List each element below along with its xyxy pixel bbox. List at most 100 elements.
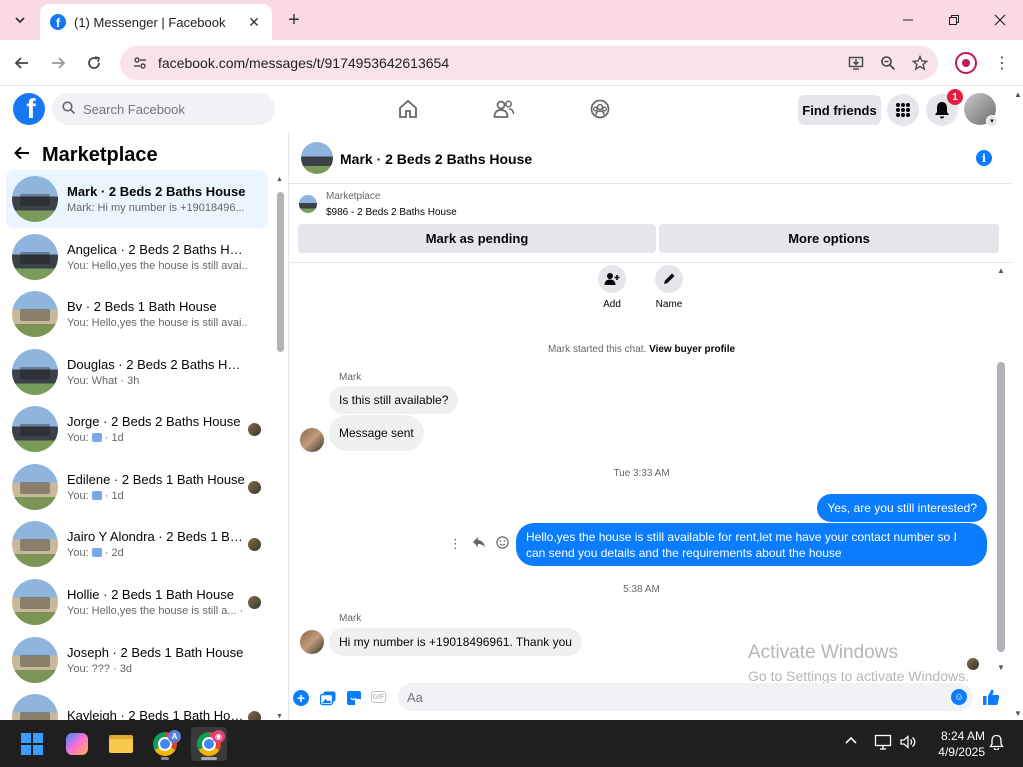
conversation-item[interactable]: Edilene · 2 Beds 1 Bath House You: · 1d bbox=[6, 458, 268, 516]
thumbs-up-icon[interactable] bbox=[981, 687, 1001, 707]
conversation-list-scrollbar[interactable]: ▲ ▼ bbox=[276, 176, 285, 720]
watermark-title: Activate Windows bbox=[748, 642, 898, 663]
more-actions-icon[interactable]: ⋮ bbox=[449, 536, 462, 552]
facebook-logo-icon[interactable]: f bbox=[13, 93, 45, 125]
conversation-item[interactable]: Jairo Y Alondra · 2 Beds 1 Bat... You: · … bbox=[6, 515, 268, 573]
copilot-icon[interactable] bbox=[59, 727, 95, 761]
seen-receipt-avatar bbox=[248, 423, 261, 436]
conversation-snippet: You: · 2d bbox=[67, 547, 247, 559]
conversation-snippet: You: Hello,yes the house is still avai..… bbox=[67, 260, 247, 272]
back-icon[interactable] bbox=[9, 50, 35, 76]
conversation-name: Jorge · 2 Beds 2 Baths House bbox=[67, 414, 241, 429]
menu-grid-icon[interactable] bbox=[887, 94, 919, 126]
add-quick-action[interactable]: Add bbox=[587, 265, 637, 310]
page-scrollbar[interactable]: ▲ ▼ bbox=[1012, 86, 1023, 720]
bookmark-star-icon[interactable] bbox=[906, 49, 934, 77]
chat-scrollbar[interactable]: ▲ ▼ bbox=[996, 266, 1006, 672]
outgoing-message[interactable]: Yes, are you still interested? bbox=[817, 494, 987, 522]
info-icon[interactable]: i bbox=[976, 150, 992, 166]
snippet-prefix: You: bbox=[67, 432, 92, 444]
chrome-profile-a-icon[interactable]: A bbox=[147, 727, 183, 761]
browser-profile-icon[interactable] bbox=[955, 52, 977, 74]
reload-icon[interactable] bbox=[81, 50, 107, 76]
pencil-icon[interactable] bbox=[655, 265, 683, 293]
message-actions: ⋮ bbox=[449, 536, 509, 552]
conversation-snippet: You: Hello,yes the house is still avai..… bbox=[67, 317, 247, 329]
sticker-icon[interactable] bbox=[345, 689, 363, 707]
incoming-message[interactable]: Hi my number is +19018496961. Thank you bbox=[329, 628, 582, 656]
notification-center-bell-icon[interactable] bbox=[989, 734, 1004, 753]
sender-avatar[interactable] bbox=[300, 428, 324, 452]
conversation-name: Douglas · 2 Beds 2 Baths House bbox=[67, 357, 247, 372]
gif-icon[interactable]: GIF bbox=[371, 691, 386, 703]
listing-avatar[interactable] bbox=[301, 142, 333, 174]
tab-search-chevron-icon[interactable] bbox=[8, 8, 32, 32]
name-quick-action[interactable]: Name bbox=[644, 265, 694, 310]
emoji-icon[interactable]: ☺ bbox=[951, 689, 967, 705]
reply-icon[interactable] bbox=[472, 536, 486, 552]
view-buyer-profile-link[interactable]: View buyer profile bbox=[649, 344, 735, 355]
windows-start-icon[interactable] bbox=[14, 727, 50, 761]
zoom-icon[interactable] bbox=[874, 49, 902, 77]
home-icon[interactable] bbox=[395, 96, 421, 122]
conversation-item[interactable]: Bv · 2 Beds 1 Bath House You: Hello,yes t… bbox=[6, 285, 268, 343]
conversation-item[interactable]: Joseph · 2 Beds 1 Bath House You: ??? · 3… bbox=[6, 631, 268, 689]
mark-as-pending-button[interactable]: Mark as pending bbox=[298, 224, 656, 253]
address-bar[interactable]: facebook.com/messages/t/9174953642613654 bbox=[120, 46, 938, 80]
chat-title[interactable]: Mark · 2 Beds 2 Baths House bbox=[340, 151, 532, 167]
conversation-text: Jorge · 2 Beds 2 Baths House You: · 1d bbox=[67, 414, 247, 444]
marketplace-title: Marketplace bbox=[42, 143, 158, 166]
facebook-search-input[interactable] bbox=[83, 101, 253, 117]
file-explorer-icon[interactable] bbox=[103, 727, 139, 761]
close-window-icon[interactable] bbox=[977, 0, 1023, 40]
conversation-item[interactable]: Douglas · 2 Beds 2 Baths House You: What … bbox=[6, 343, 268, 401]
sender-avatar[interactable] bbox=[300, 630, 324, 654]
conversation-name: Hollie · 2 Beds 1 Bath House bbox=[67, 587, 234, 602]
install-app-icon[interactable] bbox=[842, 49, 870, 77]
forward-icon[interactable] bbox=[45, 50, 71, 76]
tab-title: (1) Messenger | Facebook bbox=[74, 14, 226, 30]
show-hidden-icons-chevron-icon[interactable] bbox=[845, 734, 857, 750]
conversation-item[interactable]: Jorge · 2 Beds 2 Baths House You: · 1d bbox=[6, 400, 268, 458]
site-info-icon[interactable] bbox=[130, 53, 150, 73]
conversation-snippet: You: · 1d bbox=[67, 490, 247, 502]
attach-photo-icon[interactable] bbox=[319, 689, 337, 707]
conversation-name: Mark · 2 Beds 2 Baths House bbox=[67, 184, 246, 199]
friends-icon[interactable] bbox=[491, 96, 517, 122]
more-actions-plus-icon[interactable]: + bbox=[293, 690, 309, 706]
conversation-item[interactable]: Mark · 2 Beds 2 Baths House Mark: Hi my n… bbox=[6, 170, 268, 228]
browser-toolbar: facebook.com/messages/t/9174953642613654… bbox=[0, 40, 1023, 86]
more-options-button[interactable]: More options bbox=[659, 224, 999, 253]
restore-icon[interactable] bbox=[931, 0, 977, 40]
browser-menu-icon[interactable]: ⋮ bbox=[992, 52, 1012, 74]
conversation-item[interactable]: Kayleigh · 2 Beds 1 Bath House bbox=[6, 688, 268, 720]
groups-icon[interactable] bbox=[587, 96, 613, 122]
account-chevron-icon[interactable]: ▾ bbox=[986, 115, 998, 127]
sender-name: Mark bbox=[339, 372, 362, 383]
seen-receipt-avatar bbox=[967, 658, 979, 670]
volume-icon[interactable] bbox=[899, 734, 917, 753]
message-input[interactable] bbox=[398, 683, 973, 711]
conversation-item[interactable]: Hollie · 2 Beds 1 Bath House You: Hello,y… bbox=[6, 573, 268, 631]
chrome-active-badge-icon: ◉ bbox=[212, 730, 225, 743]
minimize-icon[interactable] bbox=[885, 0, 931, 40]
conversation-name: Bv · 2 Beds 1 Bath House bbox=[67, 299, 217, 314]
system-clock[interactable]: 8:24 AM 4/9/2025 bbox=[925, 728, 985, 760]
incoming-message[interactable]: Message sent bbox=[329, 415, 424, 451]
outgoing-message[interactable]: Hello,yes the house is still available f… bbox=[516, 523, 987, 566]
incoming-message[interactable]: Is this still available? bbox=[329, 386, 459, 414]
new-tab-icon[interactable]: + bbox=[282, 8, 306, 32]
chrome-profile-badge: A bbox=[168, 730, 181, 743]
react-emoji-icon[interactable] bbox=[496, 536, 509, 552]
listing-thumbnail[interactable] bbox=[299, 195, 317, 213]
chrome-active-icon[interactable]: ◉ bbox=[191, 727, 227, 761]
browser-tab[interactable]: f (1) Messenger | Facebook ✕ bbox=[40, 4, 272, 40]
tab-close-icon[interactable]: ✕ bbox=[246, 14, 262, 31]
network-icon[interactable] bbox=[874, 734, 892, 753]
conversation-item[interactable]: Angelica · 2 Beds 2 Baths House You: Hell… bbox=[6, 228, 268, 286]
facebook-search[interactable] bbox=[52, 93, 275, 125]
back-arrow-icon[interactable] bbox=[14, 144, 30, 167]
find-friends-button[interactable]: Find friends bbox=[798, 95, 881, 125]
conversation-text: Bv · 2 Beds 1 Bath House You: Hello,yes t… bbox=[67, 299, 247, 329]
add-person-icon[interactable] bbox=[598, 265, 626, 293]
